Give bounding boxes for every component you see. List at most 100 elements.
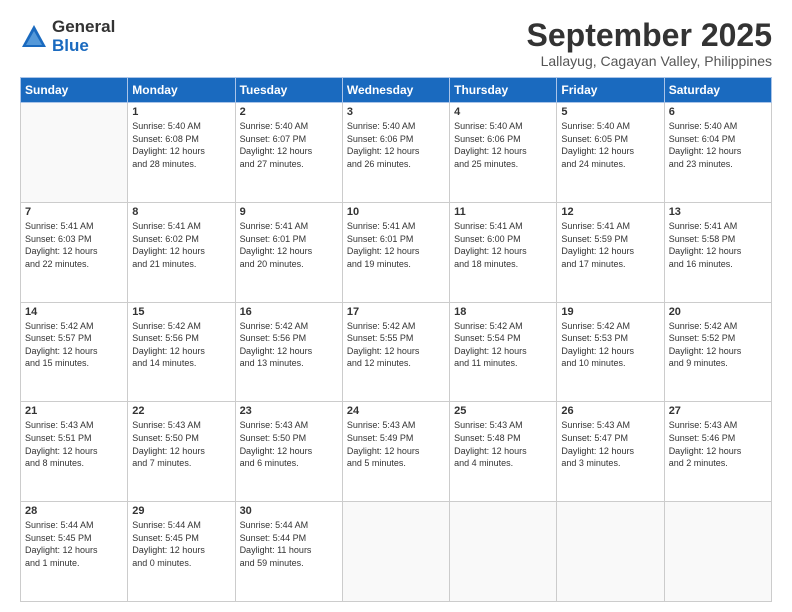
day-number: 24: [347, 405, 445, 417]
table-row: 29 Sunrise: 5:44 AM Sunset: 5:45 PM Dayli…: [128, 502, 235, 602]
day-info: Sunrise: 5:42 AM Sunset: 5:54 PM Dayligh…: [454, 320, 552, 370]
title-block: September 2025 Lallayug, Cagayan Valley,…: [527, 18, 772, 69]
day-info: Sunrise: 5:42 AM Sunset: 5:56 PM Dayligh…: [240, 320, 338, 370]
table-row: [664, 502, 771, 602]
table-row: 25 Sunrise: 5:43 AM Sunset: 5:48 PM Dayli…: [450, 402, 557, 502]
day-info: Sunrise: 5:43 AM Sunset: 5:46 PM Dayligh…: [669, 419, 767, 469]
day-number: 26: [561, 405, 659, 417]
table-row: 16 Sunrise: 5:42 AM Sunset: 5:56 PM Dayli…: [235, 302, 342, 402]
day-number: 28: [25, 505, 123, 517]
header-sunday: Sunday: [21, 78, 128, 103]
day-info: Sunrise: 5:43 AM Sunset: 5:50 PM Dayligh…: [240, 419, 338, 469]
day-number: 15: [132, 306, 230, 318]
day-number: 8: [132, 206, 230, 218]
day-info: Sunrise: 5:44 AM Sunset: 5:45 PM Dayligh…: [132, 519, 230, 569]
table-row: 26 Sunrise: 5:43 AM Sunset: 5:47 PM Dayli…: [557, 402, 664, 502]
table-row: 11Sunrise: 5:41 AM Sunset: 6:00 PM Dayli…: [450, 202, 557, 302]
day-info: Sunrise: 5:43 AM Sunset: 5:50 PM Dayligh…: [132, 419, 230, 469]
day-number: 18: [454, 306, 552, 318]
header-saturday: Saturday: [664, 78, 771, 103]
day-info: Sunrise: 5:42 AM Sunset: 5:56 PM Dayligh…: [132, 320, 230, 370]
day-info: Sunrise: 5:43 AM Sunset: 5:47 PM Dayligh…: [561, 419, 659, 469]
day-info: Sunrise: 5:41 AM Sunset: 6:00 PM Dayligh…: [454, 220, 552, 270]
day-number: 1: [132, 106, 230, 118]
calendar-subtitle: Lallayug, Cagayan Valley, Philippines: [527, 53, 772, 69]
day-number: 22: [132, 405, 230, 417]
header-monday: Monday: [128, 78, 235, 103]
header: General Blue September 2025 Lallayug, Ca…: [20, 18, 772, 69]
table-row: 6 Sunrise: 5:40 AM Sunset: 6:04 PM Daylig…: [664, 103, 771, 203]
day-number: 7: [25, 206, 123, 218]
header-friday: Friday: [557, 78, 664, 103]
day-info: Sunrise: 5:43 AM Sunset: 5:49 PM Dayligh…: [347, 419, 445, 469]
day-number: 23: [240, 405, 338, 417]
day-number: 29: [132, 505, 230, 517]
logo: General Blue: [20, 18, 115, 55]
logo-icon: [20, 23, 48, 51]
day-number: 17: [347, 306, 445, 318]
day-number: 14: [25, 306, 123, 318]
day-number: 5: [561, 106, 659, 118]
calendar-header: Sunday Monday Tuesday Wednesday Thursday…: [21, 78, 772, 103]
table-row: [342, 502, 449, 602]
table-row: [21, 103, 128, 203]
table-row: 10 Sunrise: 5:41 AM Sunset: 6:01 PM Dayli…: [342, 202, 449, 302]
day-number: 4: [454, 106, 552, 118]
table-row: [450, 502, 557, 602]
day-info: Sunrise: 5:43 AM Sunset: 5:48 PM Dayligh…: [454, 419, 552, 469]
table-row: 7 Sunrise: 5:41 AM Sunset: 6:03 PM Daylig…: [21, 202, 128, 302]
day-number: 12: [561, 206, 659, 218]
table-row: 12 Sunrise: 5:41 AM Sunset: 5:59 PM Dayli…: [557, 202, 664, 302]
day-number: 30: [240, 505, 338, 517]
day-info: Sunrise: 5:43 AM Sunset: 5:51 PM Dayligh…: [25, 419, 123, 469]
day-number: 9: [240, 206, 338, 218]
day-info: Sunrise: 5:40 AM Sunset: 6:04 PM Dayligh…: [669, 120, 767, 170]
calendar-table: Sunday Monday Tuesday Wednesday Thursday…: [20, 77, 772, 602]
table-row: 8 Sunrise: 5:41 AM Sunset: 6:02 PM Daylig…: [128, 202, 235, 302]
day-info: Sunrise: 5:40 AM Sunset: 6:06 PM Dayligh…: [454, 120, 552, 170]
table-row: 3 Sunrise: 5:40 AM Sunset: 6:06 PM Daylig…: [342, 103, 449, 203]
table-row: 30 Sunrise: 5:44 AM Sunset: 5:44 PM Dayli…: [235, 502, 342, 602]
table-row: 9 Sunrise: 5:41 AM Sunset: 6:01 PM Daylig…: [235, 202, 342, 302]
header-tuesday: Tuesday: [235, 78, 342, 103]
day-info: Sunrise: 5:42 AM Sunset: 5:57 PM Dayligh…: [25, 320, 123, 370]
header-row: Sunday Monday Tuesday Wednesday Thursday…: [21, 78, 772, 103]
table-row: 23 Sunrise: 5:43 AM Sunset: 5:50 PM Dayli…: [235, 402, 342, 502]
table-row: 5Sunrise: 5:40 AM Sunset: 6:05 PM Daylig…: [557, 103, 664, 203]
day-info: Sunrise: 5:44 AM Sunset: 5:44 PM Dayligh…: [240, 519, 338, 569]
day-info: Sunrise: 5:41 AM Sunset: 6:01 PM Dayligh…: [347, 220, 445, 270]
day-info: Sunrise: 5:40 AM Sunset: 6:06 PM Dayligh…: [347, 120, 445, 170]
page: General Blue September 2025 Lallayug, Ca…: [0, 0, 792, 612]
day-info: Sunrise: 5:42 AM Sunset: 5:55 PM Dayligh…: [347, 320, 445, 370]
table-row: 13Sunrise: 5:41 AM Sunset: 5:58 PM Dayli…: [664, 202, 771, 302]
day-number: 10: [347, 206, 445, 218]
table-row: 1Sunrise: 5:40 AM Sunset: 6:08 PM Daylig…: [128, 103, 235, 203]
day-number: 20: [669, 306, 767, 318]
table-row: 15 Sunrise: 5:42 AM Sunset: 5:56 PM Dayli…: [128, 302, 235, 402]
day-number: 13: [669, 206, 767, 218]
table-row: 27Sunrise: 5:43 AM Sunset: 5:46 PM Dayli…: [664, 402, 771, 502]
table-row: 21 Sunrise: 5:43 AM Sunset: 5:51 PM Dayli…: [21, 402, 128, 502]
day-info: Sunrise: 5:41 AM Sunset: 5:59 PM Dayligh…: [561, 220, 659, 270]
day-info: Sunrise: 5:41 AM Sunset: 6:02 PM Dayligh…: [132, 220, 230, 270]
day-number: 2: [240, 106, 338, 118]
day-number: 16: [240, 306, 338, 318]
table-row: 18 Sunrise: 5:42 AM Sunset: 5:54 PM Dayli…: [450, 302, 557, 402]
header-thursday: Thursday: [450, 78, 557, 103]
calendar-body: 1Sunrise: 5:40 AM Sunset: 6:08 PM Daylig…: [21, 103, 772, 602]
day-info: Sunrise: 5:42 AM Sunset: 5:52 PM Dayligh…: [669, 320, 767, 370]
table-row: 2 Sunrise: 5:40 AM Sunset: 6:07 PM Daylig…: [235, 103, 342, 203]
logo-text: General Blue: [52, 18, 115, 55]
day-info: Sunrise: 5:41 AM Sunset: 6:03 PM Dayligh…: [25, 220, 123, 270]
day-number: 6: [669, 106, 767, 118]
day-info: Sunrise: 5:44 AM Sunset: 5:45 PM Dayligh…: [25, 519, 123, 569]
day-number: 3: [347, 106, 445, 118]
table-row: 22 Sunrise: 5:43 AM Sunset: 5:50 PM Dayli…: [128, 402, 235, 502]
header-wednesday: Wednesday: [342, 78, 449, 103]
day-number: 25: [454, 405, 552, 417]
day-number: 21: [25, 405, 123, 417]
day-info: Sunrise: 5:40 AM Sunset: 6:07 PM Dayligh…: [240, 120, 338, 170]
table-row: 19Sunrise: 5:42 AM Sunset: 5:53 PM Dayli…: [557, 302, 664, 402]
day-info: Sunrise: 5:41 AM Sunset: 6:01 PM Dayligh…: [240, 220, 338, 270]
day-number: 19: [561, 306, 659, 318]
